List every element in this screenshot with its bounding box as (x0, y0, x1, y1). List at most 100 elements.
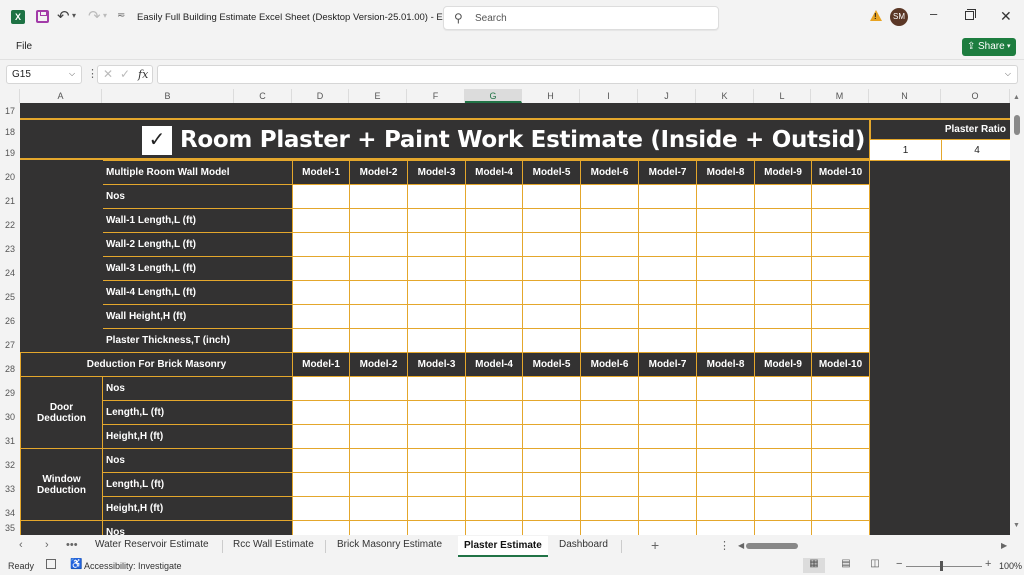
input-cell[interactable] (754, 280, 812, 305)
row-header-20[interactable]: 20 (0, 172, 20, 182)
input-cell[interactable] (754, 232, 812, 257)
page-break-preview-icon[interactable]: ◫ (864, 558, 886, 573)
input-cell[interactable] (696, 400, 755, 425)
input-cell[interactable] (754, 424, 812, 449)
input-cell[interactable] (638, 184, 697, 209)
input-cell[interactable] (696, 280, 755, 305)
plaster-ratio-cement[interactable]: 1 (869, 139, 942, 161)
input-cell[interactable] (349, 424, 408, 449)
input-cell[interactable] (696, 472, 755, 497)
column-header-h[interactable]: H (522, 89, 580, 103)
input-cell[interactable] (754, 472, 812, 497)
accessibility-icon[interactable]: ♿ (70, 559, 82, 570)
input-cell[interactable] (407, 448, 466, 473)
undo-dropdown-icon[interactable]: ▾ (72, 11, 76, 20)
chevron-down-icon[interactable]: ⌵ (69, 69, 75, 79)
input-cell[interactable] (638, 256, 697, 281)
input-cell[interactable] (638, 400, 697, 425)
scroll-left-icon[interactable]: ◀ (738, 541, 744, 550)
input-cell[interactable] (349, 496, 408, 521)
input-cell[interactable] (696, 424, 755, 449)
file-tab[interactable]: File (16, 41, 32, 52)
input-cell[interactable] (407, 280, 466, 305)
input-cell[interactable] (407, 208, 466, 233)
row-header-25[interactable]: 25 (0, 292, 20, 302)
plaster-ratio-sand[interactable]: 4 (941, 139, 1010, 161)
input-cell[interactable] (349, 280, 408, 305)
input-cell[interactable] (754, 376, 812, 401)
input-cell[interactable] (580, 208, 639, 233)
scroll-down-icon[interactable]: ▼ (1013, 522, 1020, 529)
input-cell[interactable] (811, 256, 870, 281)
input-cell[interactable] (349, 472, 408, 497)
column-header-g[interactable]: G (465, 89, 522, 103)
input-cell[interactable] (292, 232, 350, 257)
row-header-19[interactable]: 19 (0, 148, 20, 158)
input-cell[interactable] (638, 424, 697, 449)
input-cell[interactable] (465, 328, 523, 353)
column-header-b[interactable]: B (102, 89, 234, 103)
input-cell[interactable] (465, 496, 523, 521)
input-cell[interactable] (811, 472, 870, 497)
formula-input[interactable]: ⌵ (157, 65, 1018, 84)
input-cell[interactable] (292, 304, 350, 329)
input-cell[interactable] (349, 520, 408, 535)
input-cell[interactable] (522, 328, 581, 353)
search-input[interactable]: ⚲ Search (443, 6, 719, 30)
input-cell[interactable] (407, 472, 466, 497)
column-header-k[interactable]: K (696, 89, 754, 103)
scroll-right-icon[interactable]: ▶ (1001, 541, 1007, 550)
input-cell[interactable] (580, 376, 639, 401)
input-cell[interactable] (754, 256, 812, 281)
input-cell[interactable] (407, 376, 466, 401)
input-cell[interactable] (465, 304, 523, 329)
row-header-17[interactable]: 17 (0, 106, 20, 116)
input-cell[interactable] (696, 496, 755, 521)
input-cell[interactable] (292, 400, 350, 425)
input-cell[interactable] (522, 520, 581, 535)
input-cell[interactable] (522, 280, 581, 305)
chevron-left-icon[interactable]: ‹ (19, 539, 23, 551)
input-cell[interactable] (638, 472, 697, 497)
tab-rcc-wall-estimate[interactable]: Rcc Wall Estimate (233, 539, 314, 550)
scroll-up-icon[interactable]: ▲ (1013, 94, 1020, 101)
input-cell[interactable] (638, 328, 697, 353)
macro-recording-icon[interactable] (46, 559, 56, 569)
input-cell[interactable] (696, 448, 755, 473)
input-cell[interactable] (292, 424, 350, 449)
zoom-slider[interactable] (906, 566, 982, 567)
row-header-31[interactable]: 31 (0, 436, 20, 446)
input-cell[interactable] (638, 280, 697, 305)
input-cell[interactable] (580, 400, 639, 425)
input-cell[interactable] (522, 400, 581, 425)
input-cell[interactable] (407, 520, 466, 535)
column-header-c[interactable]: C (234, 89, 292, 103)
input-cell[interactable] (465, 184, 523, 209)
enter-icon[interactable]: ✓ (120, 67, 130, 81)
redo-icon[interactable]: ↷ (88, 7, 101, 25)
input-cell[interactable] (292, 208, 350, 233)
input-cell[interactable] (754, 328, 812, 353)
close-icon[interactable]: ✕ (1000, 8, 1012, 25)
save-icon[interactable] (36, 10, 49, 23)
input-cell[interactable] (638, 208, 697, 233)
input-cell[interactable] (522, 496, 581, 521)
input-cell[interactable] (811, 496, 870, 521)
input-cell[interactable] (696, 304, 755, 329)
minimize-icon[interactable]: – (930, 6, 937, 21)
input-cell[interactable] (580, 520, 639, 535)
input-cell[interactable] (349, 256, 408, 281)
row-header-30[interactable]: 30 (0, 412, 20, 422)
input-cell[interactable] (754, 208, 812, 233)
column-header-d[interactable]: D (292, 89, 349, 103)
page-layout-icon[interactable]: ▤ (835, 558, 857, 573)
input-cell[interactable] (638, 496, 697, 521)
row-header-22[interactable]: 22 (0, 220, 20, 230)
more-sheets-icon[interactable]: ••• (66, 539, 78, 551)
input-cell[interactable] (696, 520, 755, 535)
column-header-n[interactable]: N (869, 89, 941, 103)
input-cell[interactable] (292, 520, 350, 535)
input-cell[interactable] (522, 208, 581, 233)
input-cell[interactable] (638, 376, 697, 401)
input-cell[interactable] (465, 448, 523, 473)
